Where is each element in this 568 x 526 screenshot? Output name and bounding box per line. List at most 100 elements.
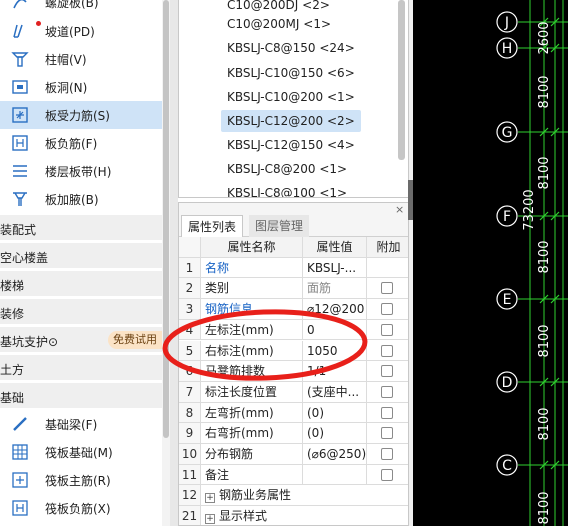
add-checkbox[interactable]: [381, 468, 393, 481]
rebar-list-item[interactable]: C10@200MJ <1>: [221, 13, 337, 35]
property-row[interactable]: 5 右标注(mm) 1050: [179, 340, 408, 362]
add-checkbox[interactable]: [381, 323, 393, 336]
property-name: 类别: [201, 278, 303, 299]
rebar-list-item[interactable]: KBSLJ-C10@150 <6>: [221, 62, 361, 84]
axis-label: J: [504, 15, 509, 31]
tree-item-label: 柱帽(V): [45, 53, 87, 67]
rebar-list-item[interactable]: KBSLJ-C8@150 <24>: [221, 37, 361, 59]
tree-item-label: 楼层板带(H): [45, 165, 112, 179]
header-add-cell: 附加: [367, 237, 408, 257]
property-value[interactable]: KBSLJ-...: [303, 257, 367, 278]
tab-layer-management[interactable]: 图层管理: [249, 215, 310, 237]
total-dimension-text: 73200: [522, 189, 537, 230]
property-row[interactable]: 6 马凳筋排数 1/1: [179, 361, 408, 382]
property-value[interactable]: 面筋: [303, 278, 367, 299]
property-name: 标注长度位置: [201, 381, 303, 402]
property-row[interactable]: 3 钢筋信息 ⌀12@200: [179, 299, 408, 320]
tree-item-raft-negative-rebar[interactable]: 筏板负筋(X): [0, 494, 162, 522]
rebar-list-item-selected[interactable]: KBSLJ-C12@200 <2>: [221, 110, 361, 132]
tree-item-raft-main-rebar[interactable]: 筏板主筋(R): [0, 466, 162, 494]
tree-item-slab-haunch[interactable]: 板加腋(B): [0, 185, 162, 213]
component-tree-panel: 螺旋板(B) 坡道(PD) 柱帽(V) 板洞(N) 板受力筋(S) 板负筋(F)…: [0, 0, 162, 526]
properties-tab-bar: 属性列表 图层管理 ×: [179, 203, 408, 237]
add-checkbox[interactable]: [381, 448, 393, 460]
free-trial-badge[interactable]: 免费试用: [108, 331, 162, 349]
add-checkbox[interactable]: [381, 344, 393, 357]
property-add-cell: [367, 444, 408, 464]
property-row[interactable]: 9 右弯折(mm) (0): [179, 423, 408, 444]
property-row[interactable]: 11 备注: [179, 464, 408, 486]
property-row[interactable]: 2 类别 面筋: [179, 278, 408, 300]
dimension-text: 8100: [537, 156, 552, 189]
tree-item-ramp[interactable]: 坡道(PD): [0, 17, 162, 45]
tree-item-raft-foundation[interactable]: 筏板基础(M): [0, 438, 162, 466]
tree-item-slab-negative-rebar[interactable]: 板负筋(F): [0, 129, 162, 157]
axis-label: G: [502, 125, 513, 141]
property-row[interactable]: 12 + 钢筋业务属性: [179, 485, 408, 507]
category-decoration[interactable]: 装修: [0, 298, 162, 324]
category-prefab[interactable]: 装配式: [0, 214, 162, 240]
tree-item-slab-hole[interactable]: 板洞(N): [0, 73, 162, 101]
property-name: 分布钢筋: [201, 444, 303, 464]
property-row[interactable]: 1 名称 KBSLJ-...: [179, 257, 408, 279]
property-row[interactable]: 10 分布钢筋 (⌀6@250): [179, 444, 408, 465]
add-checkbox[interactable]: [381, 406, 393, 419]
property-value[interactable]: (⌀6@250): [303, 444, 367, 464]
add-checkbox[interactable]: [381, 385, 393, 398]
property-value[interactable]: (支座中...: [303, 381, 367, 402]
tree-item-spiral-slab[interactable]: 螺旋板(B): [0, 0, 162, 16]
property-row[interactable]: 7 标注长度位置 (支座中...: [179, 381, 408, 403]
property-name-text: 钢筋业务属性: [219, 488, 292, 503]
category-earthwork[interactable]: 土方: [0, 354, 162, 380]
rebar-definition-list: C10@200DJ <2> C10@200MJ <1> KBSLJ-C8@150…: [178, 0, 409, 198]
add-checkbox[interactable]: [381, 427, 393, 440]
property-name: 右标注(mm): [201, 340, 303, 361]
expand-plus-icon[interactable]: +: [205, 514, 215, 525]
category-label: 楼梯: [0, 279, 25, 293]
property-row-index: 5: [179, 340, 201, 361]
property-value[interactable]: (0): [303, 402, 367, 423]
tree-item-column-cap[interactable]: 柱帽(V): [0, 45, 162, 73]
close-icon[interactable]: ×: [395, 203, 404, 216]
tree-item-label: 板洞(N): [45, 81, 88, 95]
property-add-cell: [367, 423, 408, 443]
drawing-canvas[interactable]: J H G F E D C 2600 8100 8100 8100 8100 8100 8100 73200: [413, 0, 568, 526]
left-scrollbar-thumb[interactable]: [163, 0, 169, 438]
slab-negative-rebar-icon: [12, 135, 28, 151]
add-checkbox[interactable]: [381, 303, 393, 316]
add-checkbox[interactable]: [381, 365, 393, 378]
tree-item-slab-stress-rebar[interactable]: 板受力筋(S): [0, 101, 162, 129]
tree-item-floor-slab-strip[interactable]: 楼层板带(H): [0, 157, 162, 185]
property-row[interactable]: 21 + 显示样式: [179, 506, 408, 525]
category-stairs[interactable]: 楼梯: [0, 270, 162, 296]
property-value[interactable]: ⌀12@200: [303, 299, 367, 319]
rebar-list-item[interactable]: KBSLJ-C8@100 <1>: [221, 182, 353, 197]
category-foundation[interactable]: 基础: [0, 382, 162, 408]
rebar-list-item[interactable]: KBSLJ-C12@150 <4>: [221, 134, 361, 156]
tree-item-foundation-beam[interactable]: 基础梁(F): [0, 410, 162, 438]
rebar-list-item[interactable]: KBSLJ-C10@200 <1>: [221, 86, 361, 108]
rebar-list-item[interactable]: KBSLJ-C8@200 <1>: [221, 158, 353, 180]
property-row[interactable]: 8 左弯折(mm) (0): [179, 402, 408, 424]
property-add-cell: [367, 320, 408, 340]
property-name-text: 钢筋信息: [205, 302, 254, 317]
tree-item-label: 板受力筋(S): [45, 109, 110, 123]
property-value[interactable]: (0): [303, 423, 367, 443]
property-row-index: 6: [179, 361, 201, 381]
category-pit-support[interactable]: 基坑支护⊙ 免费试用: [0, 326, 162, 352]
header-name-cell: 属性名称: [201, 237, 303, 257]
rebar-list-scrollbar-thumb[interactable]: [398, 0, 405, 160]
property-value[interactable]: 1050: [303, 340, 367, 361]
add-checkbox[interactable]: [381, 282, 393, 295]
property-value[interactable]: 1/1: [303, 361, 367, 381]
expand-plus-icon[interactable]: +: [205, 493, 215, 504]
category-hollow-floor[interactable]: 空心楼盖: [0, 242, 162, 268]
tab-property-list[interactable]: 属性列表: [181, 215, 244, 237]
category-label: 装修: [0, 307, 25, 321]
property-value[interactable]: 0: [303, 319, 367, 340]
axis-label: C: [502, 458, 512, 474]
floor-slab-strip-icon: [13, 165, 27, 177]
property-row[interactable]: 4 左标注(mm) 0: [179, 319, 408, 341]
property-value[interactable]: [303, 464, 367, 485]
property-name-text: 右弯折(mm): [205, 426, 274, 441]
